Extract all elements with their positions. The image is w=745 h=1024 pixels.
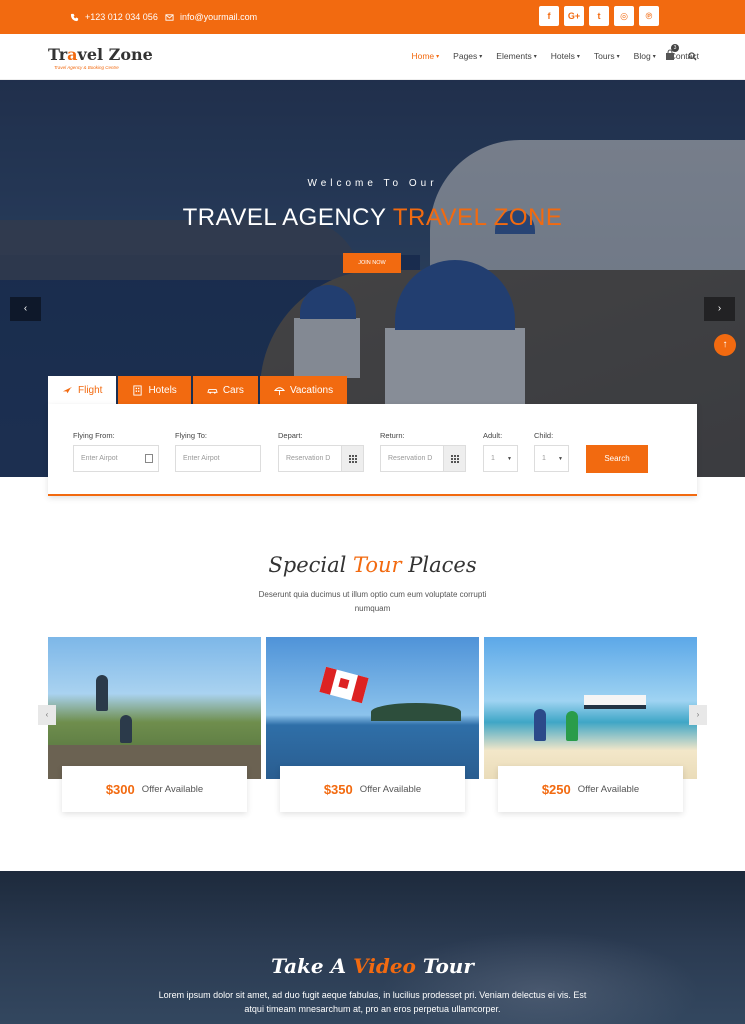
building-icon <box>133 384 143 396</box>
tab-hotels[interactable]: Hotels <box>118 376 191 404</box>
nav-item-hotels[interactable]: Hotels ▾ <box>551 51 580 61</box>
video-tour-text: Lorem ipsum dolor sit amet, ad duo fugit… <box>158 990 587 1014</box>
google-plus-icon[interactable]: G+ <box>564 6 584 26</box>
nav-item-elements[interactable]: Elements ▾ <box>496 51 536 61</box>
flying-from-label: Flying From: <box>73 431 115 440</box>
child-select[interactable]: 1 ▼ <box>534 445 569 472</box>
adult-label: Adult: <box>483 431 503 440</box>
main-menu: Home ▾ Pages ▾ Elements ▾ Hotels ▾ Tours ▾ Bl… <box>411 51 699 61</box>
child-label: Child: <box>534 431 554 440</box>
adult-select[interactable]: 1 ▼ <box>483 445 518 472</box>
video-tour-title: Take A Video Tour <box>271 954 474 978</box>
phone-icon <box>70 13 79 21</box>
grid-calendar-icon[interactable] <box>443 446 465 471</box>
car-icon <box>207 388 218 394</box>
depart-label: Depart: <box>278 431 303 440</box>
calendar-icon <box>145 454 153 463</box>
search-button[interactable]: Search <box>586 445 648 473</box>
site-logo[interactable]: Travel Zone Travel Agency & Booking Cent… <box>48 45 153 70</box>
hero-headline: TRAVEL AGENCY TRAVEL ZONE <box>182 204 563 231</box>
tour-price-box[interactable]: $300 Offer Available <box>62 766 247 812</box>
slider-next-button[interactable]: › <box>704 297 735 321</box>
flight-booking-form: Flying From: Enter Airpot Flying To: Ent… <box>48 404 697 496</box>
child-figure <box>566 711 578 741</box>
flying-to-input[interactable]: Enter Airpot <box>175 445 261 472</box>
special-tour-title: Special Tour Places <box>268 553 477 577</box>
tour-price: $300 <box>105 781 135 797</box>
chevron-down-icon: ▾ <box>533 53 537 60</box>
chevron-down-icon: ▾ <box>616 53 620 60</box>
phone-contact[interactable]: +123 012 034 056 <box>70 12 158 22</box>
offer-label: Offer Available <box>577 783 640 795</box>
pinterest-icon[interactable]: ℗ <box>639 6 659 26</box>
facebook-icon[interactable]: f <box>539 6 559 26</box>
phone-number: +123 012 034 056 <box>85 12 158 22</box>
tab-vacations[interactable]: Vacations <box>259 376 348 404</box>
tour-price: $250 <box>541 781 571 797</box>
child-field: Child: 1 ▼ <box>534 431 569 472</box>
depart-date-input[interactable]: Reservation D <box>278 445 364 472</box>
nav-item-tours[interactable]: Tours ▾ <box>594 51 620 61</box>
umbrella-icon <box>273 386 285 395</box>
email-contact[interactable]: info@yourmail.com <box>165 12 257 22</box>
offer-label: Offer Available <box>359 783 422 795</box>
chevron-down-icon: ▾ <box>479 53 483 60</box>
hiker-figure <box>120 715 132 743</box>
depart-field: Depart: Reservation D <box>278 431 364 472</box>
video-tour-section: Take A Video Tour Lorem ipsum dolor sit … <box>0 871 745 1024</box>
plane-icon <box>62 386 73 393</box>
scroll-to-top-button[interactable]: ↑ <box>714 334 736 356</box>
carousel-next-button[interactable]: › <box>689 705 707 725</box>
join-now-button[interactable]: JOIN NOW <box>343 253 401 273</box>
flying-from-input[interactable]: Enter Airpot <box>73 445 159 472</box>
hero-welcome: Welcome To Our <box>307 178 438 189</box>
cruise-ship <box>584 695 646 709</box>
twitter-icon[interactable]: t <box>589 6 609 26</box>
island <box>371 703 461 721</box>
flying-from-field: Flying From: Enter Airpot <box>73 431 159 472</box>
email-address: info@yourmail.com <box>180 12 258 22</box>
top-bar: +123 012 034 056 info@yourmail.com f G+ … <box>0 0 745 34</box>
offer-label: Offer Available <box>141 783 204 795</box>
carousel-prev-button[interactable]: ‹ <box>38 705 56 725</box>
nav-item-pages[interactable]: Pages ▾ <box>453 51 482 61</box>
flying-to-field: Flying To: Enter Airpot <box>175 431 261 472</box>
chevron-down-icon: ▾ <box>436 53 440 60</box>
chevron-down-icon: ▾ <box>652 53 656 60</box>
return-date-input[interactable]: Reservation D <box>380 445 466 472</box>
chevron-down-icon: ▼ <box>507 455 512 462</box>
tour-card-image[interactable] <box>266 637 479 779</box>
chevron-down-icon: ▾ <box>576 53 580 60</box>
flying-to-label: Flying To: <box>175 431 207 440</box>
tour-price: $350 <box>323 781 353 797</box>
social-links: f G+ t ◎ ℗ <box>539 6 659 26</box>
chevron-down-icon: ▼ <box>558 455 563 462</box>
tour-card-image[interactable] <box>48 637 261 779</box>
booking-tabs: Flight Hotels Cars Vacations <box>48 376 348 404</box>
tab-flight[interactable]: Flight <box>48 376 117 404</box>
tour-card-image[interactable] <box>484 637 697 779</box>
special-tour-subtitle: Deserunt quia ducimus ut illum optio cum… <box>258 590 487 613</box>
return-field: Return: Reservation D <box>380 431 466 472</box>
tour-price-box[interactable]: $250 Offer Available <box>498 766 683 812</box>
main-navbar: Travel Zone Travel Agency & Booking Cent… <box>0 34 745 80</box>
child-figure <box>534 709 546 741</box>
grid-calendar-icon[interactable] <box>341 446 363 471</box>
slider-prev-button[interactable]: ‹ <box>10 297 41 321</box>
tab-cars[interactable]: Cars <box>192 376 258 404</box>
envelope-icon <box>165 13 174 21</box>
logo-tagline: Travel Agency & Booking Centre <box>54 65 119 70</box>
cart-button[interactable]: 3 <box>665 44 679 60</box>
cart-count-badge: 3 <box>671 44 679 52</box>
search-icon[interactable] <box>688 52 697 61</box>
logo-name: Travel Zone <box>48 45 153 64</box>
hiker-figure <box>96 675 108 711</box>
tour-price-box[interactable]: $350 Offer Available <box>280 766 465 812</box>
return-label: Return: <box>380 431 405 440</box>
nav-item-blog[interactable]: Blog ▾ <box>634 51 656 61</box>
adult-field: Adult: 1 ▼ <box>483 431 518 472</box>
nav-item-home[interactable]: Home ▾ <box>411 51 439 61</box>
dribbble-icon[interactable]: ◎ <box>614 6 634 26</box>
